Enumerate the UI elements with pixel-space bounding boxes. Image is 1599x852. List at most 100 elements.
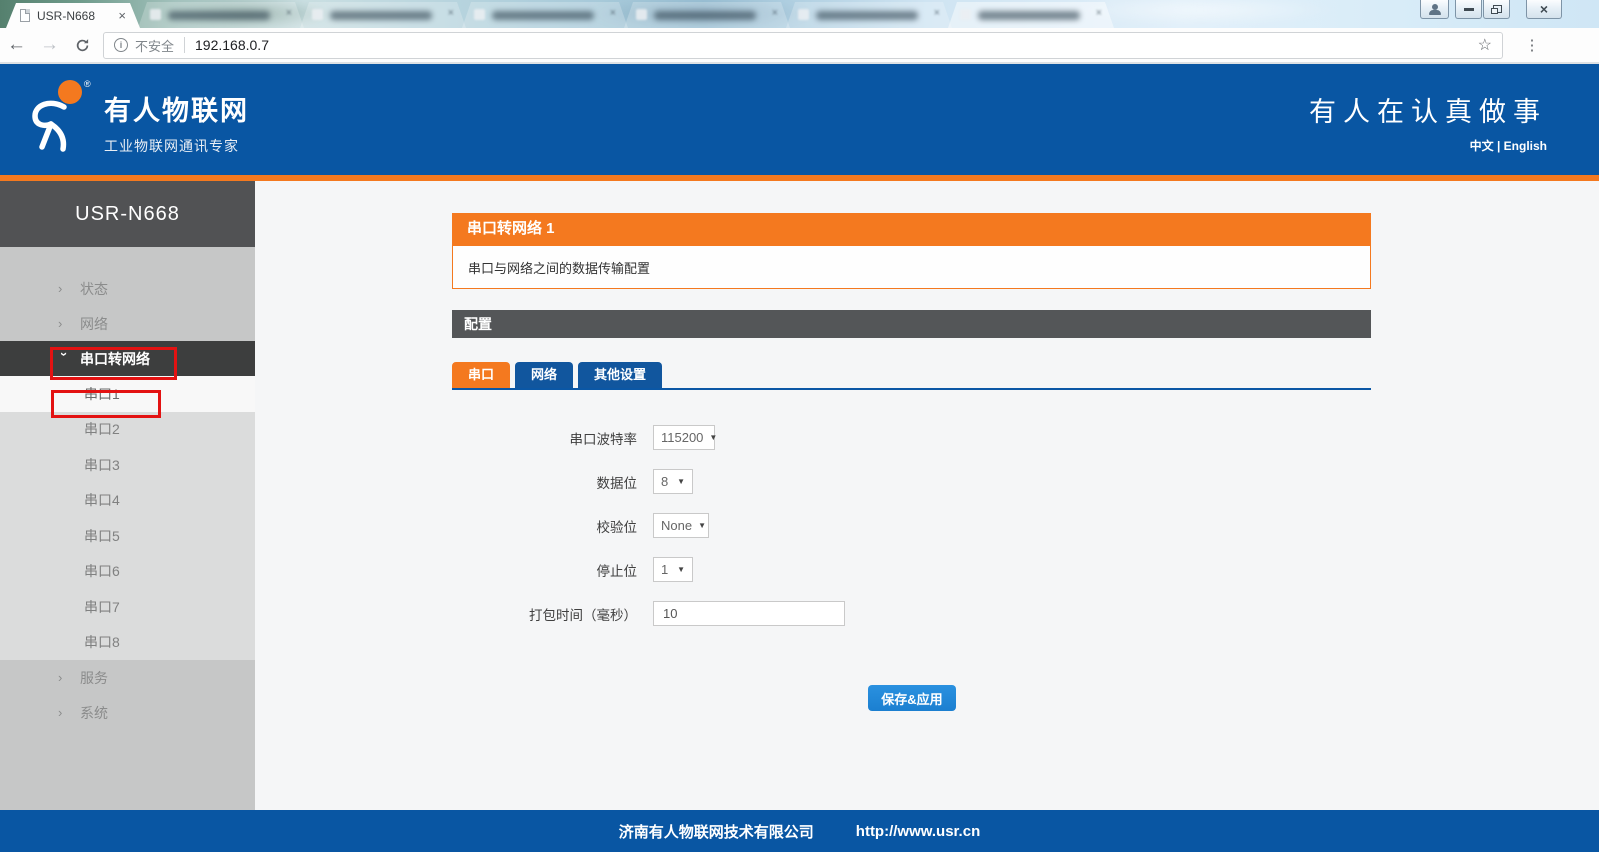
- browser-tabstrip: USR-N668 × × × × × × × ×: [0, 0, 1599, 28]
- tab-other-settings[interactable]: 其他设置: [578, 362, 662, 388]
- parity-select[interactable]: None ▼: [653, 513, 709, 538]
- blurred-tab-text: [654, 11, 756, 20]
- tab-close-icon[interactable]: ×: [1096, 7, 1102, 19]
- tab-close-icon[interactable]: ×: [934, 7, 940, 19]
- sidebar-item-uart7[interactable]: 串口7: [0, 589, 255, 625]
- sidebar-item-uart8[interactable]: 串口8: [0, 625, 255, 661]
- page-description: 串口与网络之间的数据传输配置: [452, 245, 1371, 289]
- url-text[interactable]: 192.168.0.7: [195, 37, 1478, 53]
- sidebar-item-uart2[interactable]: 串口2: [0, 412, 255, 448]
- sidebar-item-label: 串口5: [84, 526, 120, 546]
- lang-english-link[interactable]: English: [1504, 139, 1547, 153]
- address-bar[interactable]: i 不安全 192.168.0.7 ☆: [103, 32, 1503, 59]
- sidebar: USR-N668 › 状态 › 网络 › 串口转网络 串口1 串口2 串口3 串…: [0, 181, 255, 810]
- chevron-right-icon: ›: [58, 670, 80, 685]
- security-label: 不安全: [135, 36, 174, 55]
- tab-close-icon[interactable]: ×: [286, 7, 292, 19]
- close-icon: ×: [1540, 2, 1548, 16]
- sidebar-item-serial-to-network[interactable]: › 串口转网络: [0, 341, 255, 376]
- forward-button[interactable]: →: [33, 34, 66, 56]
- sidebar-item-uart5[interactable]: 串口5: [0, 518, 255, 554]
- chevron-down-icon: ›: [57, 352, 72, 365]
- refresh-button[interactable]: [66, 38, 99, 53]
- tab-title: USR-N668: [37, 9, 112, 23]
- browser-menu-icon[interactable]: ⋮: [1517, 36, 1547, 54]
- tab-close-icon[interactable]: ×: [610, 7, 616, 19]
- sidebar-item-network[interactable]: › 网络: [0, 306, 255, 341]
- sidebar-item-uart6[interactable]: 串口6: [0, 554, 255, 590]
- browser-tab-background[interactable]: ×: [948, 2, 1114, 28]
- browser-tab-active[interactable]: USR-N668 ×: [6, 3, 140, 28]
- config-tabs: 串口 网络 其他设置: [452, 362, 1371, 390]
- window-minimize-button[interactable]: [1455, 0, 1482, 19]
- browser-tab-background[interactable]: ×: [462, 2, 628, 28]
- save-apply-button[interactable]: 保存&应用: [868, 685, 956, 711]
- sidebar-item-label: 网络: [80, 314, 108, 334]
- browser-tab-background[interactable]: ×: [786, 2, 952, 28]
- field-label: 数据位: [452, 472, 637, 492]
- sidebar-menu: › 状态 › 网络 › 串口转网络 串口1 串口2 串口3 串口4 串口5 串口…: [0, 247, 255, 730]
- sidebar-item-label: 串口1: [84, 384, 120, 404]
- brand-logo: ® 有人物联网 工业物联网通讯专家: [26, 77, 249, 157]
- svg-text:®: ®: [84, 79, 91, 89]
- person-icon: [1429, 4, 1441, 15]
- browser-tab-background[interactable]: ×: [624, 2, 790, 28]
- tab-network[interactable]: 网络: [515, 362, 573, 388]
- page-favicon-icon: [20, 9, 30, 22]
- tab-close-icon[interactable]: ×: [118, 9, 126, 22]
- sidebar-item-label: 串口3: [84, 455, 120, 475]
- packtime-input[interactable]: [653, 601, 845, 626]
- sidebar-item-label: 服务: [80, 668, 108, 688]
- device-name: USR-N668: [0, 181, 255, 247]
- minimize-icon: [1464, 8, 1474, 11]
- footer-url-link[interactable]: http://www.usr.cn: [856, 823, 980, 840]
- sidebar-item-services[interactable]: › 服务: [0, 660, 255, 695]
- window-close-button[interactable]: ×: [1526, 0, 1562, 19]
- sidebar-item-label: 系统: [80, 703, 108, 723]
- chevron-right-icon: ›: [58, 281, 80, 296]
- refresh-icon: [75, 38, 90, 53]
- main-content: 串口转网络 1 串口与网络之间的数据传输配置 配置 串口 网络 其他设置 串口波…: [255, 181, 1599, 810]
- sidebar-item-status[interactable]: › 状态: [0, 271, 255, 306]
- browser-tab-background[interactable]: ×: [300, 2, 466, 28]
- section-header: 配置: [452, 310, 1371, 338]
- form-row-databits: 数据位 8 ▼: [452, 469, 1371, 494]
- field-label: 串口波特率: [452, 428, 637, 448]
- tab-close-icon[interactable]: ×: [448, 7, 454, 19]
- info-icon[interactable]: i: [114, 38, 128, 52]
- sidebar-item-label: 串口8: [84, 632, 120, 652]
- select-value: 8: [661, 474, 668, 489]
- lang-chinese-link[interactable]: 中文: [1470, 139, 1494, 153]
- profile-button[interactable]: [1420, 0, 1449, 19]
- page-title: 串口转网络 1: [452, 213, 1371, 245]
- tab-favicon-icon: [636, 9, 647, 20]
- browser-tab-background[interactable]: ×: [138, 2, 304, 28]
- sidebar-item-system[interactable]: › 系统: [0, 695, 255, 730]
- sidebar-item-label: 串口7: [84, 597, 120, 617]
- back-button[interactable]: ←: [0, 34, 33, 56]
- sidebar-item-uart4[interactable]: 串口4: [0, 483, 255, 519]
- restore-icon: [1491, 5, 1502, 14]
- blurred-tab-text: [330, 11, 432, 20]
- field-label: 校验位: [452, 516, 637, 536]
- tab-close-icon[interactable]: ×: [772, 7, 778, 19]
- baudrate-select[interactable]: 115200 ▼: [653, 425, 715, 450]
- chevron-right-icon: ›: [58, 316, 80, 331]
- tab-favicon-icon: [312, 9, 323, 20]
- form-row-baudrate: 串口波特率 115200 ▼: [452, 425, 1371, 450]
- browser-toolbar: ← → i 不安全 192.168.0.7 ☆ ⋮: [0, 28, 1599, 62]
- stopbits-select[interactable]: 1 ▼: [653, 557, 693, 582]
- tab-serial[interactable]: 串口: [452, 362, 510, 388]
- sidebar-item-label: 串口6: [84, 561, 120, 581]
- site-header: ® 有人物联网 工业物联网通讯专家 有人在认真做事 中文 | English: [0, 64, 1599, 175]
- sidebar-item-uart3[interactable]: 串口3: [0, 447, 255, 483]
- window-restore-button[interactable]: [1483, 0, 1510, 19]
- field-label: 停止位: [452, 560, 637, 580]
- sidebar-item-uart1[interactable]: 串口1: [0, 376, 255, 412]
- bookmark-star-icon[interactable]: ☆: [1478, 35, 1492, 55]
- usr-logo-icon: ®: [26, 77, 94, 157]
- databits-select[interactable]: 8 ▼: [653, 469, 693, 494]
- tab-favicon-icon: [798, 9, 809, 20]
- sidebar-item-label: 状态: [80, 279, 108, 299]
- field-label: 打包时间（毫秒）: [452, 604, 637, 624]
